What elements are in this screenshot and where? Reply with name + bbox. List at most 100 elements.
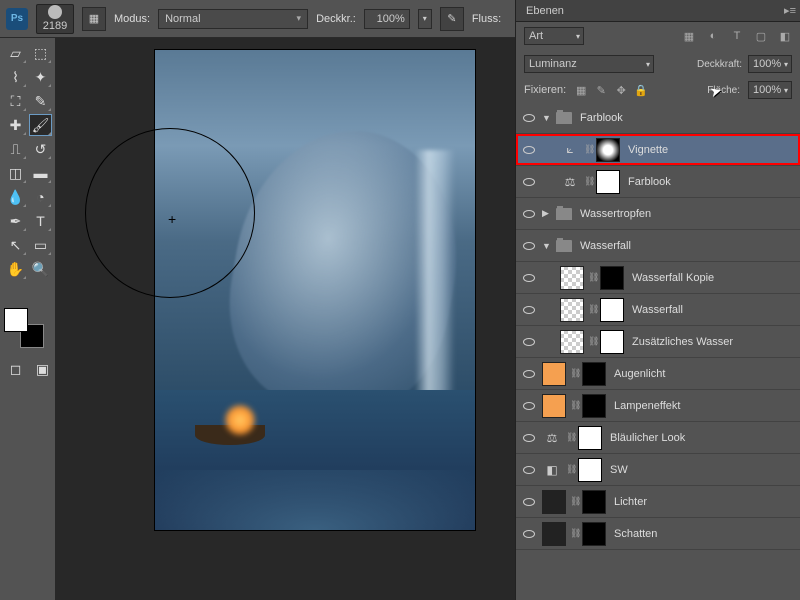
lock-all-icon[interactable]: 🔒 bbox=[634, 83, 648, 97]
visibility-toggle[interactable] bbox=[520, 402, 538, 410]
filter-pixel-icon[interactable]: ▦ bbox=[682, 29, 696, 43]
layer-wasserfall[interactable]: ⛓Wasserfall bbox=[516, 294, 800, 326]
mask-thumb[interactable] bbox=[600, 330, 624, 354]
link-icon[interactable]: ⛓ bbox=[584, 144, 592, 155]
disclosure-icon[interactable]: ▼ bbox=[542, 241, 552, 251]
layer-lampeneffekt[interactable]: ⛓Lampeneffekt bbox=[516, 390, 800, 422]
mask-thumb[interactable] bbox=[582, 394, 606, 418]
link-icon[interactable]: ⛓ bbox=[566, 464, 574, 475]
link-icon[interactable]: ⛓ bbox=[588, 272, 596, 283]
stamp-tool[interactable]: ⎍ bbox=[4, 138, 27, 160]
link-icon[interactable]: ⛓ bbox=[570, 400, 578, 411]
quickmask-toggle[interactable]: ◻ bbox=[4, 358, 27, 380]
lock-pixels-icon[interactable]: ✎ bbox=[594, 83, 608, 97]
visibility-toggle[interactable] bbox=[520, 338, 538, 346]
visibility-toggle[interactable] bbox=[520, 370, 538, 378]
path-tool[interactable]: ↖ bbox=[4, 234, 27, 256]
lock-transparency-icon[interactable]: ▦ bbox=[574, 83, 588, 97]
link-icon[interactable]: ⛓ bbox=[570, 528, 578, 539]
fill-input[interactable]: 100% bbox=[748, 81, 792, 99]
lock-position-icon[interactable]: ✥ bbox=[614, 83, 628, 97]
layer-thumb[interactable] bbox=[542, 362, 566, 386]
layer-augenlicht[interactable]: ⛓Augenlicht bbox=[516, 358, 800, 390]
crop-tool[interactable]: ⛶ bbox=[4, 90, 27, 112]
filter-smart-icon[interactable]: ◧ bbox=[778, 29, 792, 43]
layer-bläulicher-look[interactable]: ⚖⛓Bläulicher Look bbox=[516, 422, 800, 454]
hand-tool[interactable]: ✋ bbox=[4, 258, 27, 280]
zoom-tool[interactable]: 🔍 bbox=[29, 258, 52, 280]
layer-thumb[interactable] bbox=[542, 394, 566, 418]
link-icon[interactable]: ⛓ bbox=[588, 304, 596, 315]
layer-thumb[interactable] bbox=[560, 298, 584, 322]
link-icon[interactable]: ⛓ bbox=[570, 496, 578, 507]
marquee-tool[interactable]: ⬚ bbox=[29, 42, 52, 64]
mask-thumb[interactable] bbox=[578, 458, 602, 482]
layer-wasserfall-kopie[interactable]: ⛓Wasserfall Kopie bbox=[516, 262, 800, 294]
layer-wasserfall[interactable]: ▼Wasserfall bbox=[516, 230, 800, 262]
history-brush-tool[interactable]: ↺ bbox=[29, 138, 52, 160]
visibility-toggle[interactable] bbox=[520, 306, 538, 314]
brush-preset[interactable]: 2189 bbox=[36, 4, 74, 34]
layer-schatten[interactable]: ⛓Schatten bbox=[516, 518, 800, 550]
visibility-toggle[interactable] bbox=[520, 434, 538, 442]
mask-thumb[interactable] bbox=[596, 138, 620, 162]
link-icon[interactable]: ⛓ bbox=[566, 432, 574, 443]
blend-mode-select[interactable]: Normal bbox=[158, 9, 308, 29]
blur-tool[interactable]: 💧 bbox=[4, 186, 27, 208]
visibility-toggle[interactable] bbox=[520, 114, 538, 122]
visibility-toggle[interactable] bbox=[520, 242, 538, 250]
pen-tool[interactable]: ✒ bbox=[4, 210, 27, 232]
wand-tool[interactable]: ✦ bbox=[29, 66, 52, 88]
filter-shape-icon[interactable]: ▢ bbox=[754, 29, 768, 43]
mask-thumb[interactable] bbox=[600, 298, 624, 322]
layer-thumb[interactable] bbox=[560, 330, 584, 354]
layer-opacity-input[interactable]: 100% bbox=[748, 55, 792, 73]
disclosure-icon[interactable]: ▶ bbox=[542, 208, 552, 219]
dodge-tool[interactable]: ◔ bbox=[29, 186, 52, 208]
mask-thumb[interactable] bbox=[582, 490, 606, 514]
visibility-toggle[interactable] bbox=[520, 178, 538, 186]
link-icon[interactable]: ⛓ bbox=[588, 336, 596, 347]
layer-farblook[interactable]: ▼Farblook bbox=[516, 102, 800, 134]
type-tool[interactable]: T bbox=[29, 210, 52, 232]
opacity-stepper[interactable]: ▾ bbox=[418, 9, 432, 29]
link-icon[interactable]: ⛓ bbox=[584, 176, 592, 187]
panel-menu-icon[interactable]: ▸≡ bbox=[784, 4, 796, 17]
mask-thumb[interactable] bbox=[582, 362, 606, 386]
layer-sw[interactable]: ◧⛓SW bbox=[516, 454, 800, 486]
visibility-toggle[interactable] bbox=[520, 146, 538, 154]
mask-thumb[interactable] bbox=[596, 170, 620, 194]
disclosure-icon[interactable]: ▼ bbox=[542, 113, 552, 123]
eraser-tool[interactable]: ◫ bbox=[4, 162, 27, 184]
panel-tab-layers[interactable]: Ebenen ▸≡ bbox=[516, 0, 800, 22]
layer-thumb[interactable] bbox=[560, 266, 584, 290]
layer-blendmode-select[interactable]: Luminanz bbox=[524, 55, 654, 73]
link-icon[interactable]: ⛓ bbox=[570, 368, 578, 379]
layer-thumb[interactable] bbox=[542, 490, 566, 514]
visibility-toggle[interactable] bbox=[520, 466, 538, 474]
visibility-toggle[interactable] bbox=[520, 498, 538, 506]
filter-adjust-icon[interactable]: ◐ bbox=[706, 29, 720, 43]
layer-farblook[interactable]: ⚖⛓Farblook bbox=[516, 166, 800, 198]
layer-lichter[interactable]: ⛓Lichter bbox=[516, 486, 800, 518]
move-tool[interactable]: ▱ bbox=[4, 42, 27, 64]
brush-panel-toggle[interactable]: ▦ bbox=[82, 7, 106, 31]
gradient-tool[interactable]: ▬ bbox=[29, 162, 52, 184]
mask-thumb[interactable] bbox=[582, 522, 606, 546]
layer-filter-select[interactable]: Art bbox=[524, 27, 584, 45]
layer-zusätzliches-wasser[interactable]: ⛓Zusätzliches Wasser bbox=[516, 326, 800, 358]
foreground-color[interactable] bbox=[4, 308, 28, 332]
pressure-opacity-icon[interactable]: ✎ bbox=[440, 7, 464, 31]
screenmode-toggle[interactable]: ▣ bbox=[31, 358, 54, 380]
visibility-toggle[interactable] bbox=[520, 210, 538, 218]
opacity-input[interactable]: 100% bbox=[364, 9, 410, 29]
mask-thumb[interactable] bbox=[600, 266, 624, 290]
heal-tool[interactable]: ✚ bbox=[4, 114, 27, 136]
lasso-tool[interactable]: ⌇ bbox=[4, 66, 27, 88]
color-swatches[interactable] bbox=[4, 308, 44, 348]
eyedropper-tool[interactable]: ✎ bbox=[29, 90, 52, 112]
mask-thumb[interactable] bbox=[578, 426, 602, 450]
visibility-toggle[interactable] bbox=[520, 274, 538, 282]
brush-tool[interactable]: 🖌 bbox=[29, 114, 52, 136]
filter-type-icon[interactable]: T bbox=[730, 29, 744, 43]
